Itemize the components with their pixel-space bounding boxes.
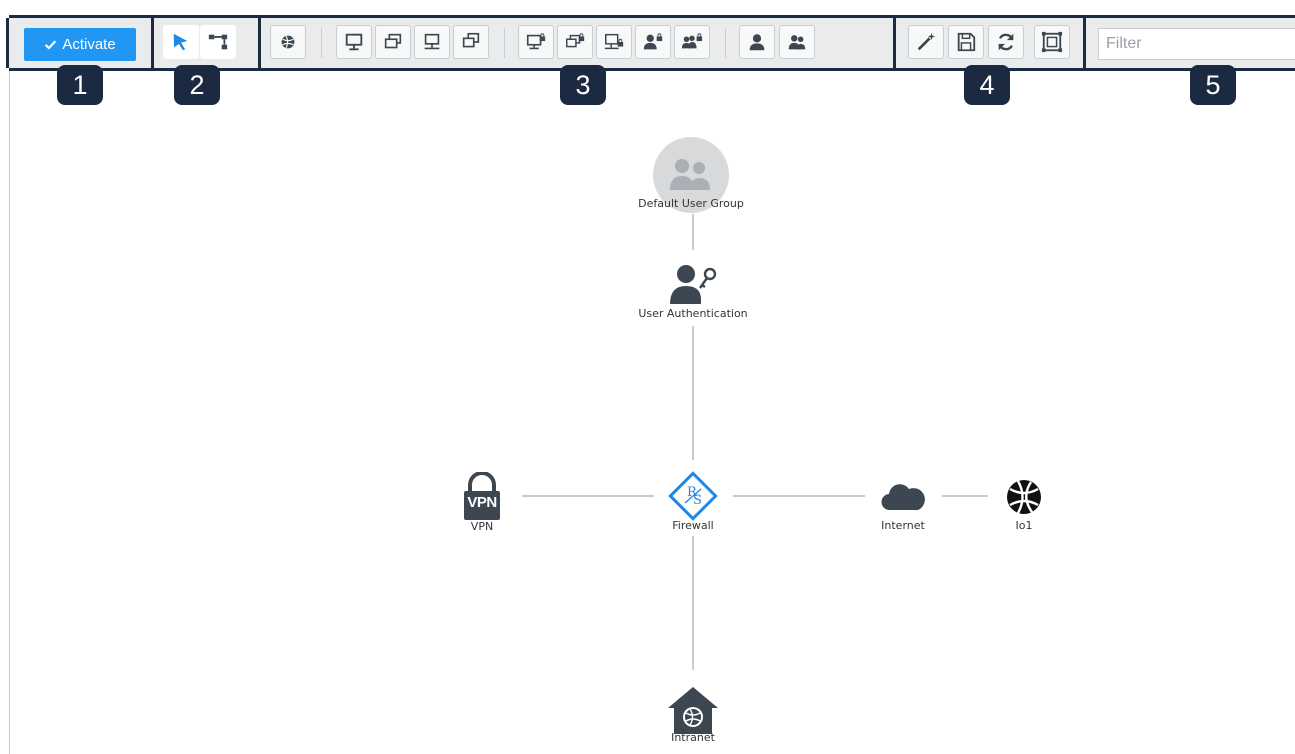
separator [321,28,322,58]
edge-internet-io1 [942,495,988,497]
action-tools-section [893,18,1083,68]
locked-host-icon [526,33,546,50]
multi-host-icon [384,33,402,49]
node-label: Default User Group [638,197,744,210]
edge-vpn-firewall [522,495,654,497]
node-label: VPN [470,520,494,533]
host-group-button[interactable] [453,25,489,59]
locked-user-group-button[interactable] [674,25,710,59]
filter-input[interactable] [1098,28,1295,60]
internet-object-icon [281,35,295,49]
network-host-button[interactable] [414,25,450,59]
locked-multi-host-icon [566,33,585,48]
locked-host-button[interactable] [518,25,554,59]
object-tools-section [258,18,893,68]
refresh-button[interactable] [988,25,1024,59]
locked-multi-host-button[interactable] [557,25,593,59]
separator [725,28,726,58]
multi-host-button[interactable] [375,25,411,59]
locked-network-host-icon [604,33,624,50]
cloud-icon [881,484,925,511]
select-tool-button[interactable] [163,25,199,59]
node-user-authentication[interactable]: User Authentication [638,262,748,320]
host-button[interactable] [336,25,372,59]
node-io1[interactable]: Io1 [1003,478,1045,532]
checkmark-icon [45,40,57,50]
user-button[interactable] [739,25,775,59]
vpn-badge-text: VPN [467,494,497,511]
save-button[interactable] [948,25,984,59]
connect-tool-button[interactable] [200,25,236,59]
toolbar: Activate [6,15,1295,71]
callout-3: 3 [560,65,606,105]
filter-section [1083,18,1295,68]
network-host-icon [424,33,440,50]
node-label: Firewall [672,519,714,532]
callout-1: 1 [57,65,103,105]
user-group-icon [788,35,806,50]
node-internet[interactable]: Internet [880,478,926,532]
user-group-button[interactable] [779,25,815,59]
node-vpn[interactable]: VPN VPN [461,472,503,533]
connect-tool-icon [208,34,228,50]
host-icon [345,33,363,51]
locked-user-group-icon [681,33,703,49]
node-label: User Authentication [638,307,748,320]
node-label: Intranet [671,731,715,744]
user-key-icon [670,265,717,304]
node-label: Io1 [1015,519,1033,532]
firewall-logo-icon: R S [668,471,718,521]
node-firewall[interactable]: R S Firewall [668,471,718,532]
fit-to-screen-icon [1041,31,1063,53]
separator [504,28,505,58]
save-icon [957,32,976,52]
user-icon [749,34,765,51]
internet-object-button[interactable] [270,25,306,59]
locked-network-host-button[interactable] [596,25,632,59]
select-pointer-icon [173,33,188,51]
callout-2: 2 [174,65,220,105]
node-label: Internet [881,519,925,532]
host-group-icon [462,32,480,48]
intranet-house-icon [668,687,718,734]
auto-layout-button[interactable] [908,25,944,59]
edge-firewall-intranet [692,536,694,670]
locked-user-button[interactable] [635,25,671,59]
activate-button[interactable]: Activate [24,28,136,61]
globe-icon [1007,480,1041,514]
callout-5: 5 [1190,65,1236,105]
refresh-icon [998,33,1014,51]
canvas-left-border [9,71,10,754]
edge-group-auth [692,214,694,250]
node-intranet[interactable]: Intranet [666,686,720,744]
node-default-user-group[interactable]: Default User Group [638,136,744,214]
callout-4: 4 [964,65,1010,105]
fit-to-screen-button[interactable] [1034,25,1070,59]
activate-button-label: Activate [62,36,116,53]
edge-firewall-internet [733,495,865,497]
magic-wand-icon [917,32,936,51]
edge-auth-firewall [692,326,694,460]
locked-user-icon [643,33,663,50]
activate-section: Activate [6,18,151,68]
mode-tools-section [151,18,258,68]
